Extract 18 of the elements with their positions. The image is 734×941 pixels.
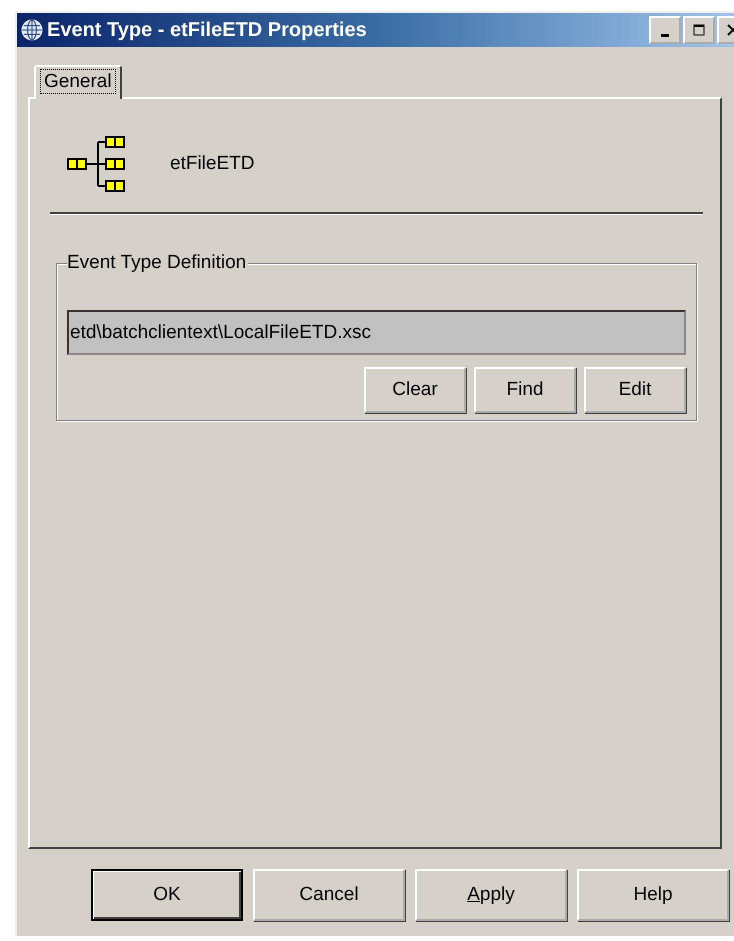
maximize-icon (693, 24, 705, 36)
dialog-button[interactable]: Cancel (253, 869, 405, 921)
group-button[interactable]: Edit (584, 367, 686, 413)
minimize-icon (661, 34, 669, 36)
globe-icon (21, 19, 43, 41)
dialog-button[interactable]: Help (577, 869, 729, 921)
maximize-button[interactable] (683, 16, 715, 44)
path-field[interactable]: etd\batchclientext\LocalFileETD.xsc (67, 310, 686, 355)
group-button[interactable]: Find (474, 367, 576, 413)
window-title: Event Type - etFileETD Properties (47, 18, 368, 42)
dialog-button[interactable]: OK (91, 869, 243, 921)
minimize-button[interactable] (649, 16, 681, 44)
group-title: Event Type Definition (67, 252, 248, 274)
group-button[interactable]: Clear (364, 367, 466, 413)
tree-icon (66, 136, 128, 192)
dialog-button[interactable]: Apply (415, 869, 567, 921)
item-name: etFileETD (170, 153, 254, 175)
tab[interactable]: General (34, 65, 122, 99)
